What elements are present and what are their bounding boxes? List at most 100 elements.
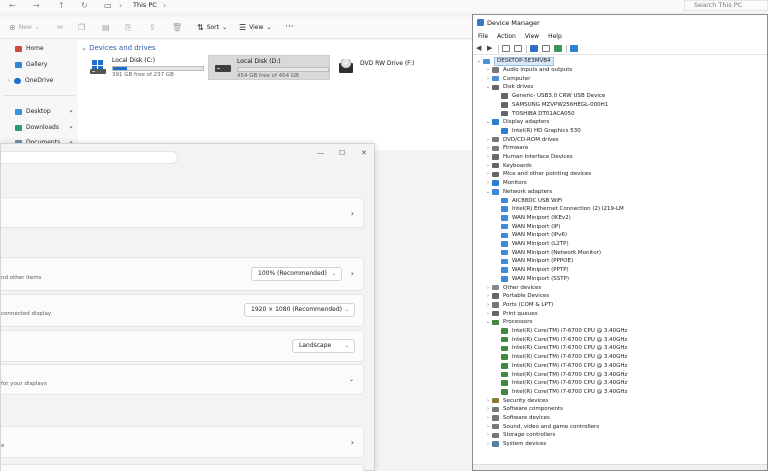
settings-row-multiple-displays[interactable]: for your displays ⌄ <box>1 364 364 395</box>
tree-device[interactable]: Intel(R) Core(TM) i7-6700 CPU @ 3.40GHz <box>493 388 627 397</box>
minimize-icon[interactable]: — <box>317 149 324 158</box>
chevron-right-icon[interactable]: › <box>484 170 492 178</box>
nav-item-onedrive[interactable]: › OneDrive <box>8 77 53 85</box>
pin-icon[interactable]: ✦ <box>69 109 73 115</box>
chevron-down-icon[interactable]: ⌄ <box>484 118 492 126</box>
forward-arrow-icon[interactable]: → <box>33 1 40 10</box>
tree-device[interactable]: Intel(R) Core(TM) i7-6700 CPU @ 3.40GHz <box>493 335 627 344</box>
view-button[interactable]: ☰ View ⌄ <box>239 23 271 32</box>
tree-category[interactable]: › Portable Devices <box>484 292 549 301</box>
tree-device[interactable]: SAMSUNG MZVPW256HEGL-000H1 <box>493 101 608 110</box>
more-options-icon[interactable]: ··· <box>285 23 294 32</box>
breadcrumb[interactable]: This PC <box>133 1 157 10</box>
scale-dropdown[interactable]: 100% (Recommended) ⌄ <box>251 267 342 281</box>
chevron-down-icon[interactable]: ⌄ <box>484 318 492 326</box>
tree-category[interactable]: › Software components <box>484 405 563 414</box>
tree-device[interactable]: Generic- USB3.0 CRW USB Device <box>493 92 605 101</box>
tree-category[interactable]: ⌄ Display adapters <box>484 118 550 127</box>
settings-row-scale[interactable]: nd other items 100% (Recommended) ⌄ › <box>1 257 364 291</box>
close-icon[interactable]: ✕ <box>361 149 367 158</box>
tree-device[interactable]: AIC88DC USB WiFi <box>493 196 562 205</box>
tree-category[interactable]: › Sound, video and game controllers <box>484 422 599 431</box>
tree-category[interactable]: › Software devices <box>484 414 550 423</box>
monitor-icon[interactable] <box>570 45 578 52</box>
tree-category[interactable]: › Print queues <box>484 309 538 318</box>
tree-category[interactable]: › Audio inputs and outputs <box>484 66 572 75</box>
tree-category[interactable]: ⌄ Network adapters <box>484 188 552 197</box>
chevron-right-icon[interactable]: › <box>484 75 492 83</box>
chevron-right-icon[interactable]: › <box>484 310 492 318</box>
tree-device[interactable]: WAN Miniport (PPPOE) <box>493 257 573 266</box>
chevron-right-icon[interactable]: › <box>484 284 492 292</box>
chevron-right-icon[interactable]: › <box>484 162 492 170</box>
help-icon[interactable] <box>530 45 538 52</box>
chevron-right-icon[interactable]: › <box>484 144 492 152</box>
settings-row[interactable] <box>1 464 364 471</box>
tree-category[interactable]: › Mice and other pointing devices <box>484 170 591 179</box>
tree-device[interactable]: Intel(R) HD Graphics 530 <box>493 127 581 136</box>
cut-button[interactable]: ✂ <box>57 23 64 32</box>
list-icon[interactable] <box>514 45 522 52</box>
chevron-right-icon[interactable]: › <box>484 292 492 300</box>
chevron-down-icon[interactable]: ⌄ <box>484 83 492 91</box>
menu-help[interactable]: Help <box>548 32 562 42</box>
update-driver-icon[interactable] <box>542 45 550 52</box>
chevron-right-icon[interactable]: › <box>484 423 492 431</box>
menu-view[interactable]: View <box>525 32 539 42</box>
chevron-down-icon[interactable]: ⌄ <box>475 57 483 65</box>
nav-item-home[interactable]: Home <box>15 45 44 53</box>
refresh-icon[interactable]: ↻ <box>81 1 88 10</box>
tree-category[interactable]: › Firmware <box>484 144 528 153</box>
settings-row[interactable]: › <box>1 197 364 228</box>
tree-category[interactable]: › Monitors <box>484 179 527 188</box>
tree-category[interactable]: › Other devices <box>484 283 541 292</box>
tree-category[interactable]: › Security devices <box>484 396 548 405</box>
tree-category[interactable]: › System devices <box>484 440 546 449</box>
share-button[interactable]: ⇪ <box>149 23 156 32</box>
pin-icon[interactable]: ✦ <box>69 125 73 131</box>
chevron-right-icon[interactable]: › <box>484 405 492 413</box>
settings-row-orientation[interactable]: Landscape ⌄ <box>1 330 364 362</box>
nav-item-gallery[interactable]: Gallery <box>15 61 47 69</box>
tree-category[interactable]: ⌄ Processors <box>484 318 532 327</box>
properties-icon[interactable] <box>502 45 510 52</box>
delete-button[interactable]: 🗑 <box>172 23 182 32</box>
maximize-icon[interactable]: ☐ <box>339 149 345 158</box>
menu-file[interactable]: File <box>478 32 488 42</box>
tree-category[interactable]: ⌄ Disk drives <box>484 83 533 92</box>
chevron-right-icon[interactable]: › <box>484 397 492 405</box>
nav-item-desktop[interactable]: Desktop <box>15 108 51 116</box>
tree-category[interactable]: › Storage controllers <box>484 431 555 440</box>
copy-button[interactable]: ❐ <box>78 23 85 32</box>
forward-icon[interactable]: ▶ <box>487 45 495 52</box>
chevron-right-icon[interactable]: › <box>484 66 492 74</box>
settings-row[interactable]: e › <box>1 426 364 458</box>
sort-button[interactable]: ⇅ Sort ⌄ <box>197 23 227 32</box>
tree-device[interactable]: WAN Miniport (IPv6) <box>493 231 567 240</box>
tree-device[interactable]: Intel(R) Core(TM) i7-6700 CPU @ 3.40GHz <box>493 362 627 371</box>
drive-c[interactable]: Local Disk (C:) 391 GB free of 237 GB <box>84 55 204 80</box>
search-input[interactable]: Search This PC <box>684 0 768 11</box>
devices-section-header[interactable]: ⌄ Devices and drives <box>81 44 156 53</box>
tree-device[interactable]: WAN Miniport (PPTP) <box>493 266 569 275</box>
chevron-right-icon[interactable]: › <box>484 414 492 422</box>
tree-device[interactable]: WAN Miniport (L2TP) <box>493 240 569 249</box>
back-icon[interactable]: ◀ <box>476 45 484 52</box>
chevron-right-icon[interactable]: › <box>484 440 492 448</box>
chevron-down-icon[interactable]: ⌄ <box>349 375 354 384</box>
drive-d[interactable]: Local Disk (D:) 454 GB free of 454 GB <box>208 55 330 80</box>
tree-device[interactable]: WAN Miniport (IKEv2) <box>493 214 571 223</box>
tree-category[interactable]: › Human Interface Devices <box>484 153 573 162</box>
back-arrow-icon[interactable]: ← <box>9 1 16 10</box>
rename-button[interactable]: ⎘ <box>125 23 131 32</box>
chevron-right-icon[interactable]: › <box>484 179 492 187</box>
chevron-right-icon[interactable]: › <box>484 153 492 161</box>
menu-action[interactable]: Action <box>497 32 516 42</box>
tree-root-item[interactable]: ⌄ DESKTOP-5E3MVB4 <box>475 56 554 66</box>
tree-device[interactable]: TOSHIBA DT01ACA050 <box>493 109 575 118</box>
tree-category[interactable]: › Keyboards <box>484 161 532 170</box>
new-button[interactable]: ⊕ New ⌄ <box>9 23 40 32</box>
nav-item-downloads[interactable]: Downloads <box>15 124 59 132</box>
tree-category[interactable]: › Ports (COM & LPT) <box>484 301 553 310</box>
paste-button[interactable]: ▤ <box>102 23 110 32</box>
